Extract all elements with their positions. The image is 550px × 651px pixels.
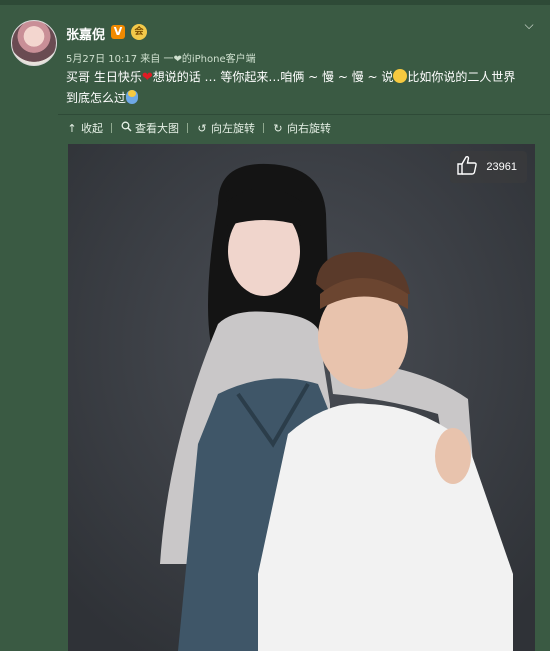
rotate-right-icon: ↻: [273, 121, 283, 135]
post-time[interactable]: 5月27日 10:17: [66, 54, 137, 65]
like-count: 23961: [486, 161, 517, 173]
view-large-button[interactable]: 查看大图: [120, 120, 179, 136]
post-meta: 5月27日 10:17 来自 一❤的iPhone客户端: [66, 50, 256, 65]
post-source[interactable]: 一❤的iPhone客户端: [163, 54, 255, 65]
thumbs-up-icon: [456, 155, 478, 179]
like-button[interactable]: 23961: [450, 151, 527, 183]
image-toolbar: ↑ 收起 查看大图 ↺ 向左旋转 ↻ 向右旋转: [66, 120, 331, 136]
rotate-right-label: 向右旋转: [287, 122, 331, 135]
post-photo[interactable]: 23961: [68, 144, 535, 651]
separator: [263, 123, 264, 133]
view-large-label: 查看大图: [135, 122, 179, 135]
chevron-down-icon[interactable]: ⌵: [522, 18, 536, 32]
post-text: 买哥 生日快乐❤想说的话 … 等你起来…咱俩 ~ 慢 ~ 慢 ~ 说比如你说的二…: [66, 67, 528, 108]
post-text-part2: 想说的话 … 等你起来…咱俩 ~ 慢 ~ 慢 ~ 说: [152, 70, 394, 84]
separator: [187, 123, 188, 133]
baby-emoji-icon: [126, 90, 139, 104]
post-text-part1: 买哥 生日快乐: [66, 70, 142, 84]
collapse-label: 收起: [81, 122, 103, 135]
source-prefix: 来自: [140, 54, 161, 65]
rotate-right-button[interactable]: ↻ 向右旋转: [272, 120, 331, 136]
rotate-left-icon: ↺: [197, 121, 207, 135]
arrow-up-icon: ↑: [67, 121, 77, 135]
collapse-button[interactable]: ↑ 收起: [66, 120, 103, 136]
author-name[interactable]: 张嘉倪: [66, 24, 105, 43]
weibo-post: 张嘉倪 V 会 ⌵ 5月27日 10:17 来自 一❤的iPhone客户端 买哥…: [0, 0, 550, 651]
verified-badge: V: [111, 25, 125, 39]
magnifier-icon: [120, 121, 132, 135]
divider: [58, 114, 550, 115]
separator: [111, 123, 112, 133]
avatar[interactable]: [11, 20, 57, 66]
member-badge: 会: [131, 24, 147, 40]
photo-illustration: [68, 144, 535, 651]
rotate-left-label: 向左旋转: [211, 122, 255, 135]
smile-emoji-icon: [393, 69, 408, 83]
rotate-left-button[interactable]: ↺ 向左旋转: [196, 120, 255, 136]
heart-emoji-icon: ❤: [141, 70, 153, 85]
